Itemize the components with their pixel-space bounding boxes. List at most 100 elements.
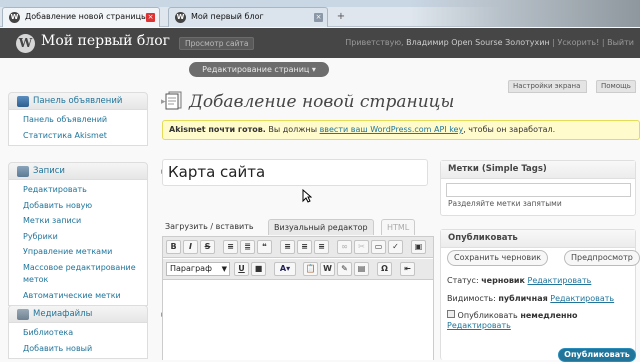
header-links[interactable]: | Ускорить! | Выйти <box>552 38 634 47</box>
status-value: черновик <box>481 276 525 285</box>
tab-my-blog[interactable]: W Мой первый блог × <box>168 7 328 27</box>
bullet-list-icon[interactable]: ≡ <box>223 240 238 254</box>
page-title: Добавление новой страницы <box>189 92 455 112</box>
new-tab-button[interactable]: + <box>334 10 348 24</box>
more-tag-icon[interactable]: ▭ <box>371 240 386 254</box>
close-icon[interactable]: × <box>146 13 155 22</box>
favorite-actions-dropdown[interactable]: Редактирование страниц ▾ <box>189 62 329 77</box>
notice-bold: Akismet почти готов. <box>169 125 266 134</box>
spellcheck-icon[interactable]: ✓ <box>388 240 403 254</box>
dashboard-icon <box>17 96 29 107</box>
akismet-notice: Akismet почти готов. Вы должны ввести ва… <box>162 120 640 140</box>
tags-input[interactable] <box>446 183 631 197</box>
upload-insert-label[interactable]: Загрузить / вставить <box>165 222 254 231</box>
notice-after: , чтобы он заработал. <box>463 125 556 134</box>
tags-hint: Разделяйте метки запятыми <box>448 199 562 208</box>
menu-item-categories[interactable]: Рубрики <box>9 229 147 245</box>
status-label: Статус: <box>447 276 479 285</box>
browser-tab-bar: W Добавление новой страницы × W Мой перв… <box>0 0 640 27</box>
tab-label: Мой первый блог <box>191 12 264 21</box>
visibility-line: Видимость: публичная Редактировать <box>447 294 614 303</box>
menu-header-media[interactable]: Медиафайлы <box>8 305 148 323</box>
status-edit-link[interactable]: Редактировать <box>528 276 592 285</box>
visibility-edit-link[interactable]: Редактировать <box>550 294 614 303</box>
save-draft-button[interactable]: Сохранить черновик <box>447 250 549 266</box>
tab-add-new-page[interactable]: W Добавление новой страницы × <box>2 7 160 27</box>
menu-dashboard: Панель объявлений Панель объявлений Стат… <box>8 92 148 146</box>
wordpress-icon: W <box>175 12 186 23</box>
status-line: Статус: черновик Редактировать <box>447 276 591 285</box>
publish-box-title[interactable]: Опубликовать <box>441 230 635 248</box>
toolbar-row-1: B I S ≡ ≣ ❝ ≡ ≡ ≡ ∞ ✂ ▭ ✓ ▣ <box>163 237 433 258</box>
format-select[interactable]: Параграф ▼ <box>166 262 230 276</box>
align-left-icon[interactable]: ≡ <box>280 240 295 254</box>
publish-box: Опубликовать Сохранить черновик Предпрос… <box>440 229 640 360</box>
clear-formatting-icon[interactable]: ✎ <box>337 262 352 276</box>
close-icon[interactable]: × <box>314 13 323 22</box>
calendar-icon <box>447 310 455 318</box>
submenu: Панель объявлений Статистика Akismet <box>8 110 148 146</box>
paste-word-icon[interactable]: W <box>320 262 335 276</box>
wordpress-icon: W <box>9 12 20 23</box>
menu-media: Медиафайлы Библиотека Добавить новый <box>8 305 148 359</box>
paste-text-icon[interactable]: 📋 <box>303 262 318 276</box>
tab-html[interactable]: HTML <box>381 219 416 235</box>
schedule-edit-link[interactable]: Редактировать <box>447 321 511 330</box>
align-right-icon[interactable]: ≡ <box>314 240 329 254</box>
visibility-label: Видимость: <box>447 294 496 303</box>
tab-visual-editor[interactable]: Визуальный редактор <box>268 219 374 235</box>
menu-item-manage-tags[interactable]: Управление метками <box>9 244 147 260</box>
menu-header-dashboard[interactable]: Панель объявлений <box>8 92 148 110</box>
link-icon[interactable]: ∞ <box>337 240 352 254</box>
editor-area[interactable]: B I S ≡ ≣ ❝ ≡ ≡ ≡ ∞ ✂ ▭ ✓ ▣ Параграф ▼ U… <box>162 236 434 360</box>
publish-value: немедленно <box>520 311 578 320</box>
menu-item-dashboard[interactable]: Панель объявлений <box>9 112 147 128</box>
bold-icon[interactable]: B <box>166 240 181 254</box>
pin-icon <box>17 166 29 177</box>
toolbar-row-2: Параграф ▼ U ■ A▾ 📋 W ✎ ▤ Ω ⇤ <box>163 259 433 280</box>
format-select-value: Параграф <box>170 264 212 273</box>
submenu: Редактировать Добавить новую Метки запис… <box>8 180 148 306</box>
window-decoration <box>410 0 640 27</box>
insert-media-icon[interactable]: ▤ <box>354 262 369 276</box>
api-key-link[interactable]: ввести ваш WordPress.com API key <box>320 125 464 134</box>
underline-icon[interactable]: U <box>234 262 249 276</box>
view-site-button[interactable]: Просмотр сайта <box>179 37 255 50</box>
menu-item-auto-tags[interactable]: Автоматические метки <box>9 288 147 304</box>
menu-item-akismet-stats[interactable]: Статистика Akismet <box>9 128 147 144</box>
menu-item-add-new[interactable]: Добавить новую <box>9 198 147 214</box>
page-icon <box>165 91 182 110</box>
submenu: Библиотека Добавить новый <box>8 323 148 359</box>
chevron-down-icon: ▾ <box>311 65 316 74</box>
align-center-icon[interactable]: ≡ <box>297 240 312 254</box>
greeting-text: Приветствую, <box>345 38 404 47</box>
blockquote-icon[interactable]: ❝ <box>257 240 272 254</box>
text-color-icon[interactable]: A▾ <box>274 262 296 276</box>
fullscreen-icon[interactable]: ▣ <box>411 240 426 254</box>
menu-item-library[interactable]: Библиотека <box>9 325 147 341</box>
user-greeting: Приветствую, Владимир Open Sourse Золоту… <box>345 38 634 47</box>
help-button[interactable]: Помощь <box>596 80 636 93</box>
screen-options-button[interactable]: Настройки экрана <box>508 80 587 93</box>
italic-icon[interactable]: I <box>183 240 198 254</box>
preview-button[interactable]: Предпросмотр <box>564 250 640 266</box>
tags-box-title[interactable]: Метки (Simple Tags) <box>441 161 635 179</box>
menu-item-edit[interactable]: Редактировать <box>9 182 147 198</box>
post-title-input[interactable]: Карта сайта <box>162 159 428 186</box>
menu-item-add-media[interactable]: Добавить новый <box>9 341 147 357</box>
site-title[interactable]: Мой первый блог <box>41 33 170 49</box>
unlink-icon[interactable]: ✂ <box>354 240 369 254</box>
menu-item-tags[interactable]: Метки записи <box>9 213 147 229</box>
user-name-link[interactable]: Владимир Open Sourse Золотухин <box>406 38 550 47</box>
notice-text: Вы должны <box>268 125 318 134</box>
menu-header-posts[interactable]: Записи <box>8 162 148 180</box>
special-char-icon[interactable]: Ω <box>377 262 392 276</box>
justify-icon[interactable]: ■ <box>251 262 266 276</box>
publish-label: Опубликовать <box>457 311 518 320</box>
wordpress-logo-icon: W <box>16 34 35 53</box>
strikethrough-icon[interactable]: S <box>200 240 215 254</box>
menu-item-mass-edit-tags[interactable]: Массовое редактирование меток <box>9 260 147 288</box>
visibility-value: публичная <box>498 294 548 303</box>
numbered-list-icon[interactable]: ≣ <box>240 240 255 254</box>
outdent-icon[interactable]: ⇤ <box>400 262 415 276</box>
